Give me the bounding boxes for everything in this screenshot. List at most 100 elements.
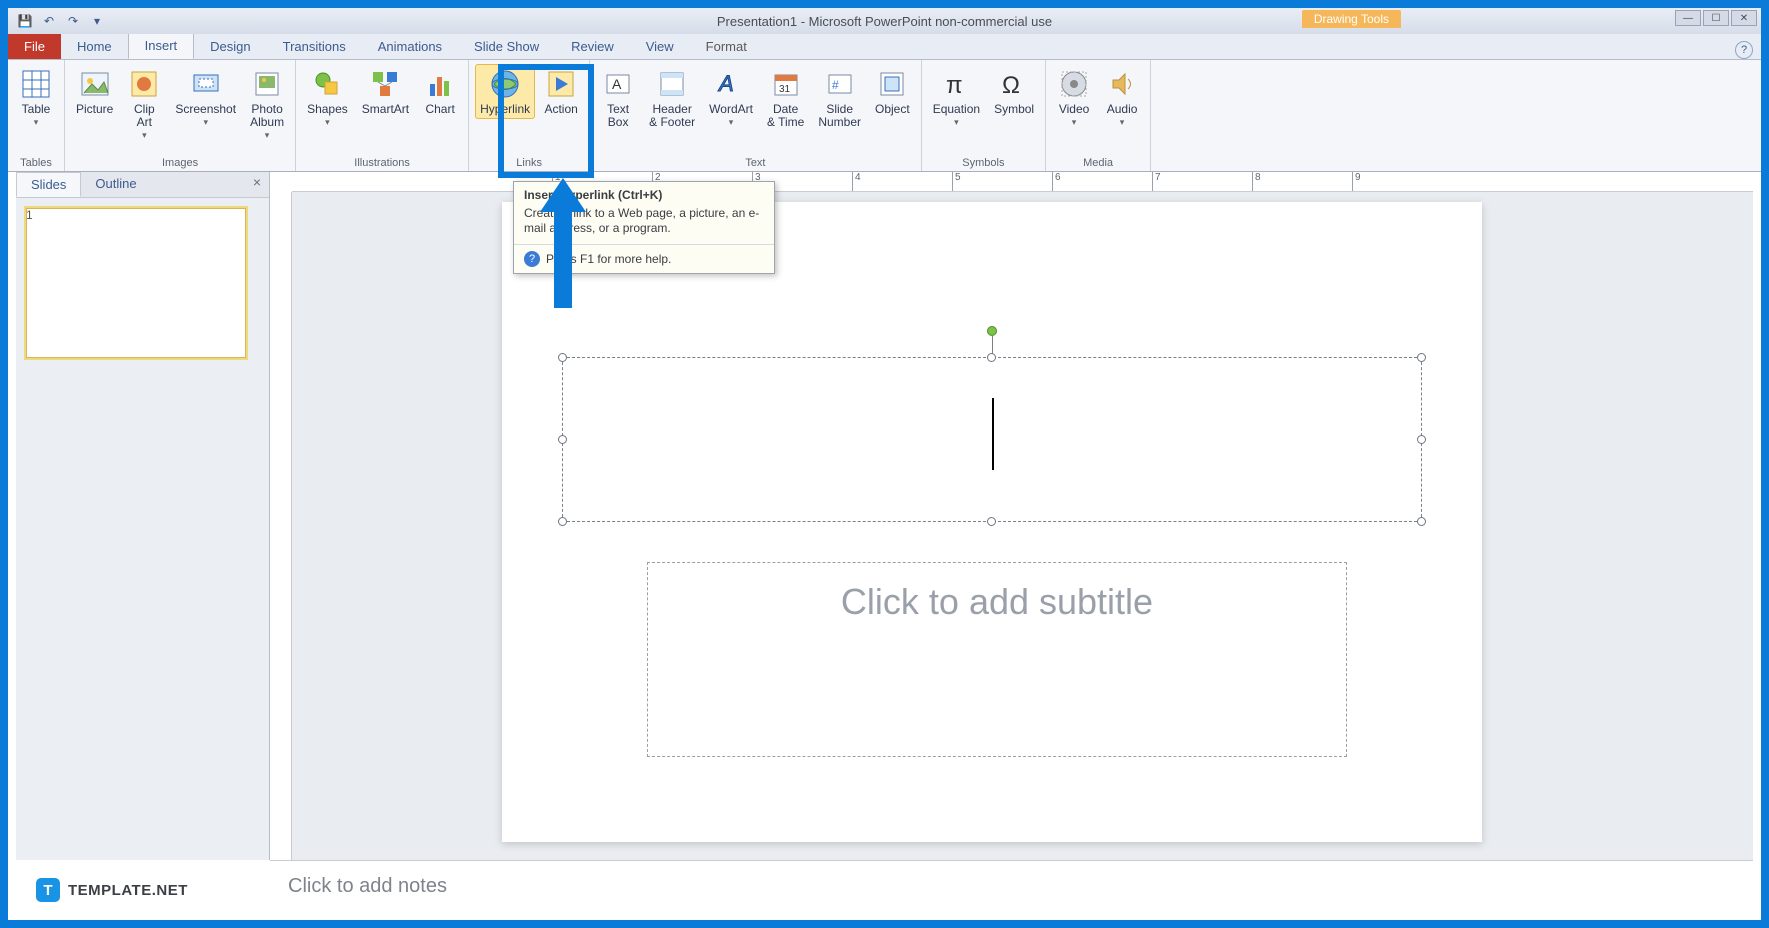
subtitle-placeholder[interactable]: Click to add subtitle: [647, 562, 1347, 757]
resize-handle[interactable]: [1417, 517, 1426, 526]
resize-handle[interactable]: [558, 517, 567, 526]
slide-panel-tabs: Slides Outline ×: [16, 172, 269, 198]
screenshot-button[interactable]: Screenshot: [170, 64, 241, 132]
qat-dropdown-icon[interactable]: ▾: [88, 12, 106, 30]
hyperlink-tooltip: Insert Hyperlink (Ctrl+K) Create a link …: [513, 181, 775, 274]
tooltip-body: Create a link to a Web page, a picture, …: [514, 204, 774, 244]
slidenumber-button[interactable]: #Slide Number: [813, 64, 866, 132]
textbox-button[interactable]: AText Box: [596, 64, 640, 132]
tab-animations[interactable]: Animations: [362, 34, 458, 59]
ribbon: Table Tables Picture Clip Art Screenshot…: [8, 60, 1761, 172]
symbol-icon: Ω: [997, 67, 1031, 101]
clipart-button[interactable]: Clip Art: [122, 64, 166, 145]
qat-save-icon[interactable]: 💾: [16, 12, 34, 30]
minimize-button[interactable]: —: [1675, 10, 1701, 26]
wordart-button[interactable]: AWordArt: [704, 64, 758, 132]
slide-thumbnail-1[interactable]: [26, 208, 246, 358]
smartart-icon: [368, 67, 402, 101]
screenshot-icon: [189, 67, 223, 101]
action-icon: [544, 67, 578, 101]
tab-insert[interactable]: Insert: [128, 32, 195, 59]
symbol-button[interactable]: ΩSymbol: [989, 64, 1039, 119]
chart-icon: [423, 67, 457, 101]
quick-access-toolbar: 💾 ↶ ↷ ▾: [8, 12, 106, 30]
subtitle-placeholder-text: Click to add subtitle: [841, 581, 1153, 623]
smartart-button[interactable]: SmartArt: [357, 64, 414, 119]
slide-canvas[interactable]: Click to add subtitle: [502, 202, 1482, 842]
group-links: Hyperlink Action Links: [469, 60, 590, 171]
object-button[interactable]: Object: [870, 64, 915, 119]
tab-design[interactable]: Design: [194, 34, 266, 59]
resize-handle[interactable]: [987, 517, 996, 526]
resize-handle[interactable]: [1417, 435, 1426, 444]
qat-redo-icon[interactable]: ↷: [64, 12, 82, 30]
watermark-text: TEMPLATE.NET: [68, 882, 188, 899]
slide-thumbnail-list: 1: [16, 198, 269, 368]
help-icon[interactable]: ?: [1735, 41, 1753, 59]
group-tables: Table Tables: [8, 60, 65, 171]
tab-review[interactable]: Review: [555, 34, 630, 59]
rotation-handle[interactable]: [987, 326, 997, 336]
thumbnail-number: 1: [26, 208, 33, 222]
table-button[interactable]: Table: [14, 64, 58, 132]
title-placeholder[interactable]: [562, 357, 1422, 522]
slide-panel: Slides Outline × 1: [16, 172, 270, 860]
shapes-button[interactable]: Shapes: [302, 64, 353, 132]
ruler-tick: 7: [1152, 172, 1161, 191]
resize-handle[interactable]: [558, 435, 567, 444]
title-bar: 💾 ↶ ↷ ▾ Presentation1 - Microsoft PowerP…: [8, 8, 1761, 34]
datetime-icon: 31: [769, 67, 803, 101]
horizontal-ruler: 123456789: [292, 172, 1753, 192]
hyperlink-button[interactable]: Hyperlink: [475, 64, 535, 119]
tab-home[interactable]: Home: [61, 34, 128, 59]
video-icon: [1057, 67, 1091, 101]
outline-tab[interactable]: Outline: [81, 172, 150, 197]
maximize-button[interactable]: ☐: [1703, 10, 1729, 26]
picture-button[interactable]: Picture: [71, 64, 118, 119]
vertical-ruler: [270, 192, 292, 860]
picture-icon: [78, 67, 112, 101]
video-button[interactable]: Video: [1052, 64, 1096, 132]
resize-handle[interactable]: [987, 353, 996, 362]
photoalbum-button[interactable]: Photo Album: [245, 64, 289, 145]
window-title: Presentation1 - Microsoft PowerPoint non…: [717, 14, 1052, 29]
svg-text:31: 31: [779, 84, 791, 95]
headerfooter-button[interactable]: Header & Footer: [644, 64, 700, 132]
close-button[interactable]: ✕: [1731, 10, 1757, 26]
context-tab-drawing-tools[interactable]: Drawing Tools: [1302, 10, 1401, 28]
window-controls: — ☐ ✕: [1675, 10, 1757, 26]
hyperlink-icon: [488, 67, 522, 101]
resize-handle[interactable]: [1417, 353, 1426, 362]
tab-view[interactable]: View: [630, 34, 690, 59]
close-panel-icon[interactable]: ×: [245, 172, 269, 197]
audio-button[interactable]: Audio: [1100, 64, 1144, 132]
group-symbols: πEquation ΩSymbol Symbols: [922, 60, 1046, 171]
equation-button[interactable]: πEquation: [928, 64, 985, 132]
slides-tab[interactable]: Slides: [16, 172, 81, 197]
equation-icon: π: [939, 67, 973, 101]
tooltip-title: Insert Hyperlink (Ctrl+K): [514, 182, 774, 204]
clipart-icon: [127, 67, 161, 101]
tab-transitions[interactable]: Transitions: [267, 34, 362, 59]
tab-file[interactable]: File: [8, 34, 61, 59]
chart-button[interactable]: Chart: [418, 64, 462, 119]
ribbon-tabs: File Home Insert Design Transitions Anim…: [8, 34, 1761, 60]
svg-text:A: A: [612, 76, 622, 92]
notes-pane[interactable]: Click to add notes: [270, 860, 1753, 912]
slidenumber-icon: #: [823, 67, 857, 101]
tab-format[interactable]: Format: [690, 34, 763, 59]
group-media: Video Audio Media: [1046, 60, 1151, 171]
action-button[interactable]: Action: [539, 64, 583, 119]
svg-text:π: π: [946, 72, 963, 99]
slide-editor[interactable]: Click to add subtitle: [292, 192, 1753, 860]
watermark: T TEMPLATE.NET: [36, 878, 188, 902]
text-cursor: [992, 398, 994, 470]
qat-undo-icon[interactable]: ↶: [40, 12, 58, 30]
headerfooter-icon: [655, 67, 689, 101]
ruler-tick: 9: [1352, 172, 1361, 191]
resize-handle[interactable]: [558, 353, 567, 362]
group-illustrations: Shapes SmartArt Chart Illustrations: [296, 60, 469, 171]
datetime-button[interactable]: 31Date & Time: [762, 64, 809, 132]
tab-slideshow[interactable]: Slide Show: [458, 34, 555, 59]
group-text: AText Box Header & Footer AWordArt 31Dat…: [590, 60, 922, 171]
